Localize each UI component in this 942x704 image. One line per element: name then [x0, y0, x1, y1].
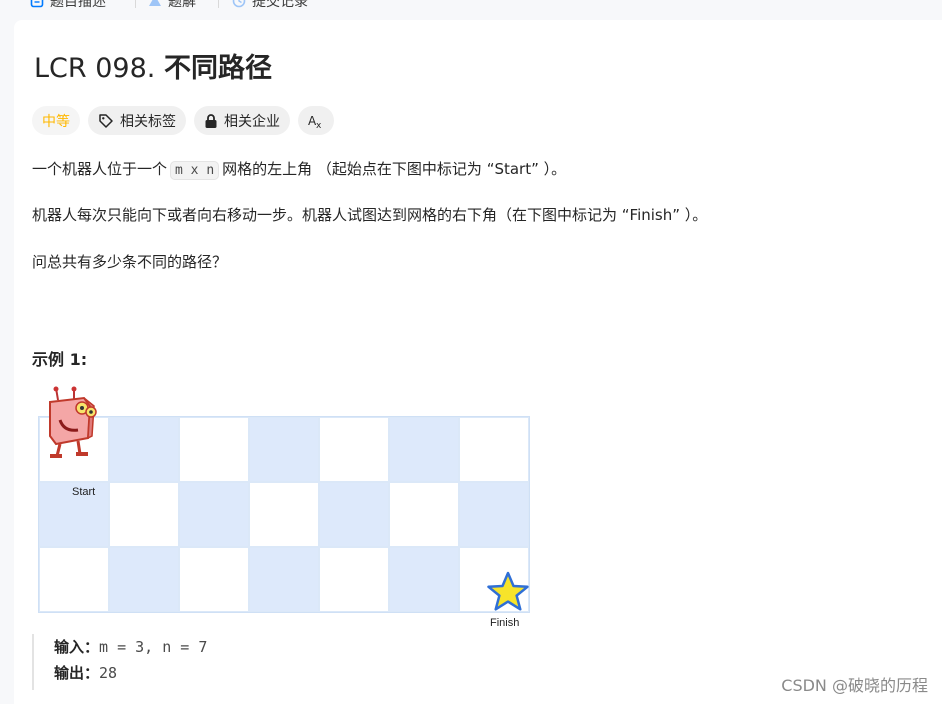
- example-input-line: 输入：m = 3, n = 7: [54, 634, 454, 660]
- difficulty-label: 中等: [42, 113, 70, 130]
- flask-icon: [149, 0, 161, 6]
- history-icon: [232, 0, 246, 8]
- grid-cell: [459, 417, 529, 482]
- tab-description-label: 题目描述: [50, 0, 106, 10]
- tab-bar: 题目描述 题解 提交记录: [0, 0, 942, 20]
- robot-icon: [49, 386, 97, 458]
- star-icon: [487, 571, 529, 611]
- translate-button[interactable]: Ax: [298, 106, 334, 135]
- grid-cell: [179, 482, 249, 547]
- grid-cell: [389, 417, 459, 482]
- tag-row: 中等 相关标签 相关企业 Ax: [32, 106, 334, 135]
- tab-divider: [218, 0, 219, 8]
- grid-cell: [249, 482, 319, 547]
- example-figure: Start Finish: [38, 386, 530, 629]
- problem-panel: LCR 098. 不同路径 中等 相关标签 相关企业 Ax 一个机器人位于一个 m…: [14, 20, 942, 704]
- output-key: 输出：: [54, 664, 100, 682]
- grid-cell: [319, 547, 389, 612]
- grid-cell: [319, 417, 389, 482]
- related-companies-button[interactable]: 相关企业: [194, 106, 290, 135]
- tab-solutions[interactable]: 题解: [148, 0, 196, 11]
- example-title: 示例 1:: [32, 350, 88, 369]
- svg-text:x: x: [316, 121, 322, 129]
- grid-cell: [249, 547, 319, 612]
- grid-cell: [109, 482, 179, 547]
- example-output-line: 输出：28: [54, 660, 454, 686]
- description-paragraph-2: 机器人每次只能向下或者向右移动一步。机器人试图达到网格的右下角（在下图中标记为 …: [32, 206, 708, 224]
- related-tags-button[interactable]: 相关标签: [88, 106, 186, 135]
- grid-cell: [179, 547, 249, 612]
- related-tags-label: 相关标签: [120, 113, 176, 130]
- input-value: m = 3, n = 7: [99, 638, 208, 656]
- lock-icon: [205, 113, 217, 128]
- tag-icon: [99, 113, 113, 128]
- inline-code: m x n: [170, 161, 220, 180]
- description-icon: [30, 0, 44, 8]
- grid-diagram: [38, 416, 530, 613]
- grid-cell: [319, 482, 389, 547]
- translate-icon: Ax: [308, 114, 322, 129]
- tab-submissions-label: 提交记录: [252, 0, 308, 10]
- p1-text-before: 一个机器人位于一个: [32, 160, 168, 178]
- difficulty-badge: 中等: [32, 106, 80, 135]
- grid-cell: [39, 547, 109, 612]
- tab-description[interactable]: 题目描述: [30, 0, 106, 11]
- finish-label: Finish: [490, 617, 520, 629]
- p1-text-after: 网格的左上角 （起始点在下图中标记为 “Start” ）。: [222, 160, 567, 178]
- related-companies-label: 相关企业: [224, 113, 280, 130]
- problem-id: LCR 098.: [34, 53, 156, 84]
- grid-cell: [109, 547, 179, 612]
- grid-cell: [389, 547, 459, 612]
- tab-solutions-label: 题解: [168, 0, 196, 10]
- grid-cell: [179, 417, 249, 482]
- input-key: 输入：: [54, 638, 100, 656]
- problem-title: LCR 098. 不同路径: [34, 50, 272, 88]
- grid-cell: [459, 482, 529, 547]
- start-label: Start: [72, 486, 96, 498]
- example-io-block: 输入：m = 3, n = 7 输出：28: [32, 634, 454, 690]
- output-value: 28: [99, 664, 118, 682]
- description-paragraph-3: 问总共有多少条不同的路径？: [32, 253, 228, 271]
- tab-submissions[interactable]: 提交记录: [232, 0, 308, 11]
- problem-name: 不同路径: [163, 53, 272, 84]
- tab-divider: [135, 0, 136, 8]
- grid-cell: [389, 482, 459, 547]
- watermark: CSDN @破晓的历程: [781, 676, 928, 695]
- grid-cell: [109, 417, 179, 482]
- grid-cell: [249, 417, 319, 482]
- description-paragraph-1: 一个机器人位于一个 m x n 网格的左上角 （起始点在下图中标记为 “Start”…: [32, 158, 566, 182]
